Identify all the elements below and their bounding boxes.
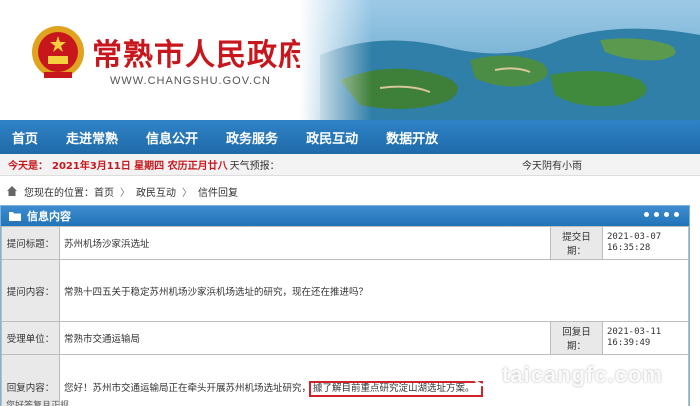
watermark-text: taicangfc.com [502,362,663,387]
header-landscape-photo [300,0,700,120]
subject-value: 苏州机场沙家浜选址 [59,226,551,260]
submit-time: 16:35:28 [607,243,651,253]
national-emblem-icon [32,26,84,78]
date-weather-bar: 今天是： 2021年3月11日 星期四 农历正月廿八 天气预报： 今天阴有小雨 [0,154,700,176]
breadcrumb-interaction[interactable]: 政民互动 [136,184,176,199]
weather-text: 今天阴有小雨 [522,161,582,172]
breadcrumb-separator: 〉 [120,187,130,199]
breadcrumb-prefix: 您现在的位置： [24,187,94,199]
breadcrumb-home[interactable]: 首页 [94,184,114,199]
breadcrumb-letter-reply: 信件回复 [198,187,238,199]
nav-item-open-data[interactable]: 数据开放 [386,128,438,147]
nav-item-gov-services[interactable]: 政务服务 [226,128,278,147]
reply-text: 您好！苏州市交通运输局正在牵头开展苏州机场选址研究， [64,382,312,394]
reply-date-label: 回复日期： [550,321,603,355]
footer-cut-text: 您好答复且正规 [6,401,70,406]
nav-item-info-public[interactable]: 信息公开 [146,128,198,147]
submit-date: 2021-03-07 [607,232,662,242]
breadcrumb-separator: 〉 [182,187,192,199]
unit-value: 常熟市交通运输局 [59,321,551,355]
panel-dots-decoration [639,212,679,217]
question-label: 提问内容： [1,259,60,322]
today-label: 今天是： [8,161,48,172]
subject-label: 提问标题： [1,226,60,260]
home-icon [7,186,17,196]
unit-label: 受理单位： [1,321,60,355]
site-url: WWW.CHANGSHU.GOV.CN [110,75,271,87]
submit-datetime: 2021-03-07 16:35:28 [602,226,689,260]
nav-item-interaction[interactable]: 政民互动 [306,128,358,147]
nav-item-home[interactable]: 首页 [12,128,38,147]
site-header: 常熟市人民政府 WWW.CHANGSHU.GOV.CN [0,0,700,120]
reply-date: 2021-03-11 [607,327,662,337]
panel-title: 信息内容 [27,210,71,223]
question-content: 常熟十四五关于稳定苏州机场沙家浜机场选址的研究，现在还在推进吗？ [59,259,689,322]
watermark: taicangfc.com [472,362,663,388]
nav-item-about-changshu[interactable]: 走进常熟 [66,128,118,147]
submit-date-label: 提交日期： [550,226,603,260]
weather-label: 天气预报： [229,161,280,172]
reply-time: 16:39:49 [607,338,651,348]
panel-header: 信息内容 [1,206,689,226]
main-nav: 首页 走进常熟 信息公开 政务服务 政民互动 数据开放 [0,120,700,154]
today-date: 2021年3月11日 星期四 农历正月廿八 [52,161,228,172]
breadcrumb: 您现在的位置： 首页 〉 政民互动 〉 信件回复 [0,180,700,202]
reply-datetime: 2021-03-11 16:39:49 [602,321,689,355]
site-title: 常熟市人民政府 [92,38,309,73]
reply-highlighted-text: 據了解目前重点研究淀山湖选址方案。 [309,380,483,397]
folder-icon [9,212,21,221]
smiley-watermark-icon [472,363,496,387]
